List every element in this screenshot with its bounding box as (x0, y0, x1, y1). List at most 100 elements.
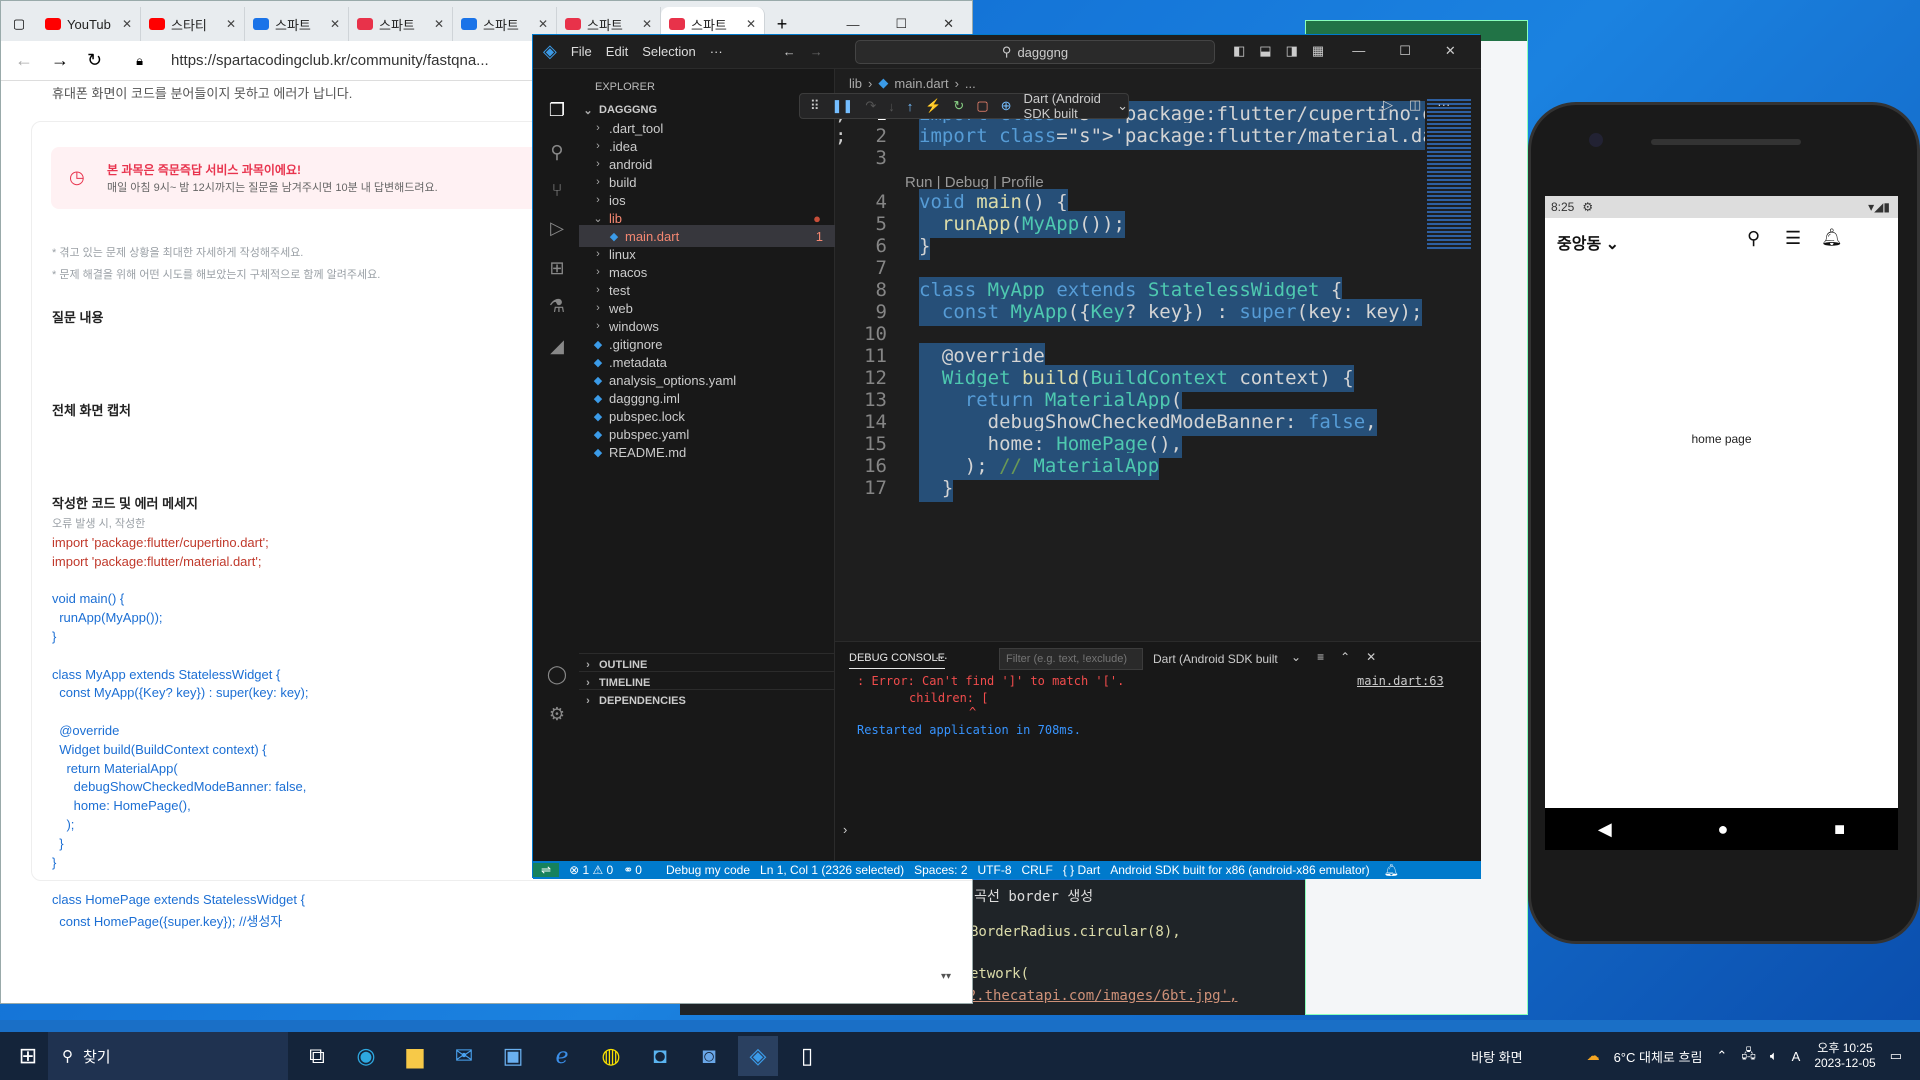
close-icon[interactable]: ✕ (1445, 43, 1456, 59)
recents-nav-icon[interactable]: ■ (1834, 819, 1845, 840)
maximize-icon[interactable]: ☐ (895, 16, 907, 32)
restart-icon[interactable]: ↻ (953, 98, 964, 114)
store-icon[interactable]: ▣ (493, 1036, 533, 1076)
status-ports[interactable]: 0 (635, 863, 642, 877)
kakaotalk-icon[interactable]: ◍ (591, 1036, 631, 1076)
home-nav-icon[interactable]: ● (1718, 819, 1729, 840)
step-out-icon[interactable]: ↑ (907, 99, 914, 114)
file-explorer-icon[interactable]: ▆ (395, 1036, 435, 1076)
chevron-up-icon[interactable]: ⌃ (1716, 1048, 1727, 1064)
sidebar-section[interactable]: › DEPENDENCIES (579, 689, 835, 711)
desktop-toolbar[interactable]: 바탕 화면 (1471, 1047, 1522, 1066)
status-debug[interactable]: Debug my code (666, 863, 750, 877)
accounts-icon[interactable]: ◯ (546, 663, 568, 685)
code-editor[interactable]: lib› ◆ main.dart› ... 1import class="s">… (835, 69, 1481, 641)
status-eol[interactable]: CRLF (1022, 863, 1053, 877)
ime-indicator[interactable]: A (1792, 1049, 1801, 1064)
start-icon[interactable]: ⊞ (8, 1036, 48, 1076)
vscode-taskbar-icon[interactable]: ◈ (738, 1036, 778, 1076)
remote-icon[interactable]: ⇌ (533, 863, 560, 877)
status-indent[interactable]: Spaces: 2 (914, 863, 967, 877)
menu-more[interactable]: ··· (710, 44, 723, 59)
clock[interactable]: 오후 10:25 2023-12-05 (1814, 1041, 1875, 1071)
url-input[interactable]: https://spartacodingclub.kr/community/fa… (171, 52, 489, 69)
flutter-icon[interactable]: ◢ (546, 335, 568, 357)
refresh-icon[interactable]: ↻ (87, 50, 102, 71)
filter-input[interactable] (999, 648, 1143, 670)
ie-icon[interactable]: ℯ (542, 1036, 582, 1076)
close-icon[interactable]: ✕ (943, 16, 954, 32)
menu-selection[interactable]: Selection (642, 44, 695, 59)
forward-icon[interactable]: → (51, 50, 69, 71)
weather-label[interactable]: 6°C 대체로 흐림 (1614, 1047, 1703, 1066)
close-tab-icon[interactable]: ✕ (746, 17, 756, 31)
maximize-icon[interactable]: ☐ (1399, 43, 1411, 59)
menu-icon[interactable]: ☰ (1785, 228, 1801, 249)
split-editor-icon[interactable]: ◫ (1409, 97, 1421, 113)
nav-back-icon[interactable]: ← (783, 44, 796, 59)
menu-edit[interactable]: Edit (606, 44, 628, 59)
close-tab-icon[interactable]: ✕ (434, 17, 444, 31)
run-config-select[interactable]: Dart (Android SDK built (1024, 91, 1106, 121)
breadcrumb-item[interactable]: lib (849, 76, 862, 91)
bell-icon[interactable]: 🔔︎ (1821, 228, 1843, 248)
breadcrumb-item[interactable]: ... (965, 76, 976, 91)
explorer-icon[interactable]: ❐ (546, 99, 568, 121)
pause-icon[interactable]: ❚❚ (832, 98, 854, 114)
minimize-icon[interactable]: — (1352, 43, 1365, 59)
more-actions-icon[interactable]: ··· (1437, 97, 1450, 113)
extensions-icon[interactable]: ⊞ (546, 257, 568, 279)
minimize-icon[interactable]: — (846, 17, 859, 32)
app-icon[interactable]: ▯ (787, 1036, 827, 1076)
app-icon[interactable]: ◘ (640, 1036, 680, 1076)
customize-layout-icon[interactable]: ▦ (1312, 43, 1324, 59)
close-panel-icon[interactable]: ✕ (1366, 650, 1376, 664)
close-tab-icon[interactable]: ✕ (226, 17, 236, 31)
console-config-select[interactable]: Dart (Android SDK built (1153, 652, 1278, 666)
volume-icon[interactable]: 🔈︎ (1770, 1048, 1778, 1064)
close-tab-icon[interactable]: ✕ (330, 17, 340, 31)
browser-tab[interactable]: YouTub ✕ (37, 7, 141, 41)
notification-icon[interactable]: ▭ (1890, 1048, 1902, 1064)
toggle-secondary-icon[interactable]: ◨ (1286, 43, 1298, 59)
run-icon[interactable]: ▷ (1383, 97, 1393, 113)
inspect-icon[interactable]: ⊕ (1001, 98, 1012, 114)
breadcrumb-item[interactable]: main.dart (894, 76, 948, 91)
drag-handle-icon[interactable]: ⠿ (810, 98, 820, 114)
nav-forward-icon[interactable]: → (810, 44, 823, 59)
chevron-down-icon[interactable]: ⌄ (1291, 650, 1301, 664)
status-encoding[interactable]: UTF-8 (978, 863, 1012, 877)
file-tree-item[interactable]: ◆ README.md (579, 441, 835, 463)
close-tab-icon[interactable]: ✕ (538, 17, 548, 31)
run-debug-icon[interactable]: ▷ (546, 217, 568, 239)
status-problems[interactable]: ⊗ 1 ⚠ 0 (569, 863, 613, 877)
source-control-icon[interactable]: ⑂ (546, 179, 568, 201)
search-icon[interactable]: ⚲ (546, 141, 568, 163)
network-icon[interactable]: 🖧︎ (1741, 1045, 1756, 1067)
status-device[interactable]: Android SDK built for x86 (android-x86 e… (1110, 863, 1369, 877)
app-icon[interactable]: ◙ (689, 1036, 729, 1076)
back-icon[interactable]: ← (15, 50, 33, 71)
toggle-sidebar-icon[interactable]: ◧ (1233, 43, 1245, 59)
browser-tab[interactable]: 스파트 ✕ (349, 7, 453, 41)
task-view-icon[interactable]: ⧉ (297, 1036, 337, 1076)
clear-console-icon[interactable]: ≡ (1317, 650, 1324, 664)
ports-icon[interactable]: ⚭ (623, 863, 633, 877)
browser-tab[interactable]: 스타티 ✕ (141, 7, 245, 41)
menu-file[interactable]: File (571, 44, 592, 59)
testing-icon[interactable]: ⚗ (546, 295, 568, 317)
notifications-icon[interactable]: 🔔︎ (1384, 863, 1399, 877)
tab-actions-icon[interactable]: ▢ (1, 7, 37, 41)
taskbar-search[interactable]: ⚲ 찾기 (48, 1032, 288, 1080)
edge-icon[interactable]: ◉ (346, 1036, 386, 1076)
settings-gear-icon[interactable]: ⚙ (546, 703, 568, 725)
step-over-icon[interactable]: ↷ (865, 98, 876, 114)
status-language[interactable]: { } Dart (1063, 863, 1100, 877)
maximize-panel-icon[interactable]: ⌃ (1340, 650, 1350, 664)
console-prompt-icon[interactable]: › (843, 822, 847, 837)
status-position[interactable]: Ln 1, Col 1 (2326 selected) (760, 863, 904, 877)
command-center-search[interactable]: ⚲ dagggng (855, 40, 1215, 64)
stop-icon[interactable]: ▢ (976, 98, 988, 114)
console-source-link[interactable]: main.dart:63 (1357, 674, 1444, 688)
phone-screen[interactable]: 8:25 ⚙ ▾◢▮ 중앙동 ⌄ ⚲ ☰ 🔔︎ home page (1545, 196, 1898, 808)
